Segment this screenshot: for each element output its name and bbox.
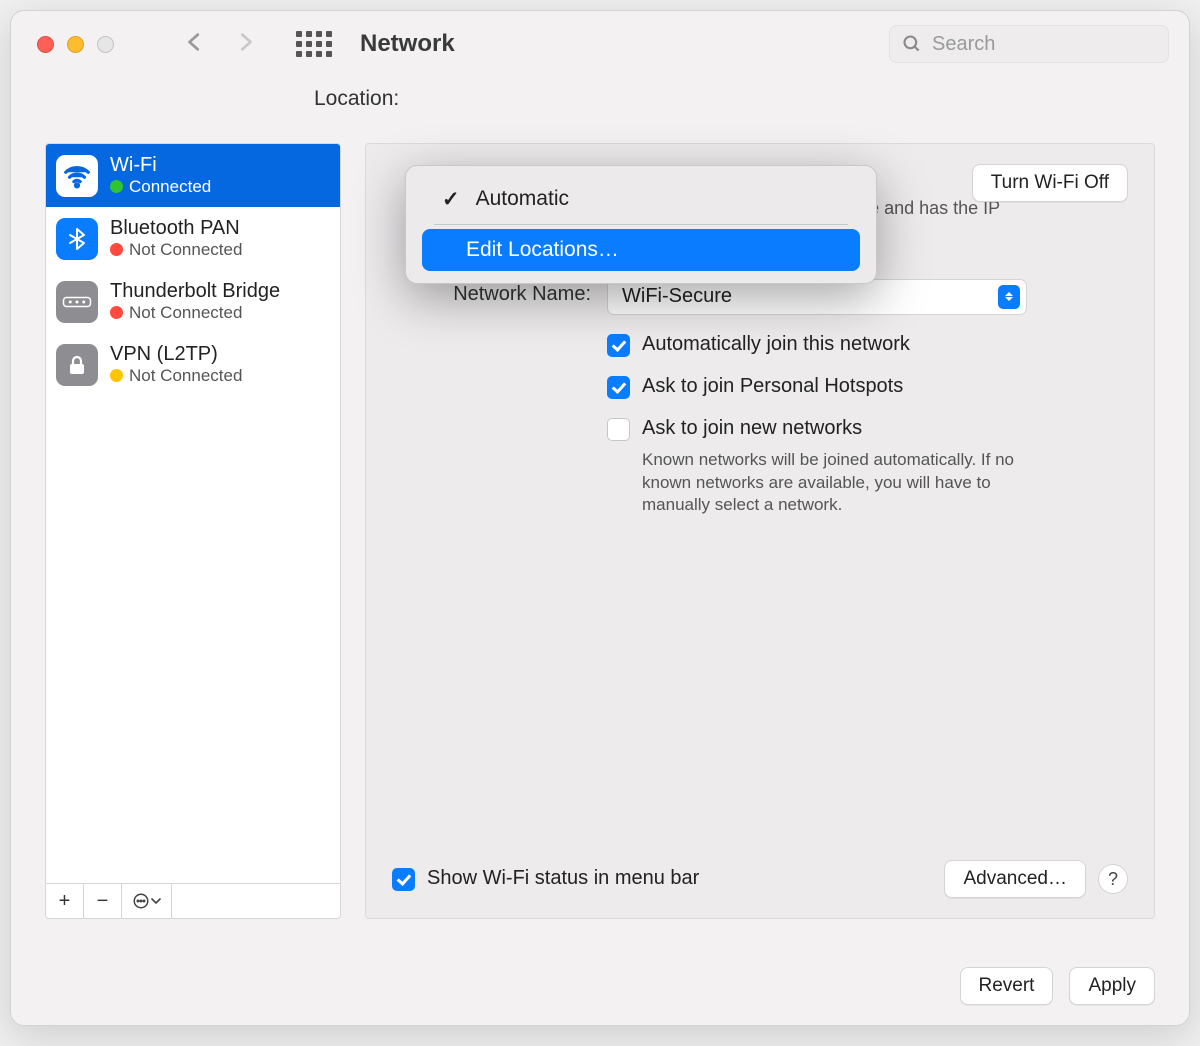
status-dot-icon <box>110 369 123 382</box>
service-vpn[interactable]: VPN (L2TP) Not Connected <box>46 333 340 396</box>
checkbox-ask-hotspots[interactable] <box>607 376 630 399</box>
remove-service-button[interactable]: − <box>84 884 122 919</box>
menu-separator <box>434 224 848 225</box>
network-name-value: WiFi-Secure <box>622 285 732 308</box>
auto-join-checkbox-row[interactable]: Automatically join this network <box>607 333 1128 357</box>
checkbox-label: Show Wi-Fi status in menu bar <box>427 867 699 890</box>
show-all-button[interactable] <box>296 31 332 57</box>
minimize-window-button[interactable] <box>67 36 84 53</box>
status-dot-icon <box>110 306 123 319</box>
turn-wifi-off-button[interactable]: Turn Wi-Fi Off <box>972 164 1128 202</box>
service-status: Not Connected <box>129 303 242 323</box>
service-status: Not Connected <box>129 240 242 260</box>
service-name: VPN (L2TP) <box>110 343 242 366</box>
show-menubar-checkbox-row[interactable]: Show Wi-Fi status in menu bar <box>392 867 699 891</box>
service-wifi[interactable]: Wi-Fi Connected <box>46 144 340 207</box>
network-preferences-window: Network Search Location: Wi-Fi Connected <box>10 10 1190 1026</box>
checkbox-ask-new[interactable] <box>607 418 630 441</box>
advanced-button[interactable]: Advanced… <box>944 860 1086 898</box>
service-thunderbolt-bridge[interactable]: Thunderbolt Bridge Not Connected <box>46 270 340 333</box>
search-placeholder: Search <box>932 33 995 56</box>
lock-icon <box>56 344 98 386</box>
location-item-edit[interactable]: Edit Locations… <box>422 229 860 271</box>
ask-new-checkbox-row[interactable]: Ask to join new networks <box>607 417 1128 441</box>
location-menu: Automatic Edit Locations… <box>405 165 877 284</box>
search-field[interactable]: Search <box>889 25 1169 63</box>
checkbox-auto-join[interactable] <box>607 334 630 357</box>
forward-button[interactable] <box>234 28 256 61</box>
ask-hotspots-checkbox-row[interactable]: Ask to join Personal Hotspots <box>607 375 1128 399</box>
location-label: Location: <box>11 87 1189 111</box>
services-sidebar: Wi-Fi Connected Bluetooth PAN Not Connec… <box>45 143 341 919</box>
titlebar: Network Search <box>11 11 1189 77</box>
checkbox-label: Ask to join Personal Hotspots <box>642 375 903 398</box>
service-name: Wi-Fi <box>110 154 211 177</box>
add-service-button[interactable]: + <box>46 884 84 919</box>
thunderbolt-bridge-icon <box>56 281 98 323</box>
back-button[interactable] <box>184 28 206 61</box>
service-name: Thunderbolt Bridge <box>110 280 280 303</box>
help-button[interactable]: ? <box>1098 864 1128 894</box>
chevron-updown-icon <box>998 285 1020 309</box>
service-status: Not Connected <box>129 366 242 386</box>
checkbox-label: Ask to join new networks <box>642 417 862 440</box>
status-dot-icon <box>110 243 123 256</box>
service-status: Connected <box>129 177 211 197</box>
sidebar-footer: + − <box>46 883 340 918</box>
service-actions-menu[interactable] <box>122 884 172 918</box>
window-controls <box>37 36 114 53</box>
service-name: Bluetooth PAN <box>110 217 242 240</box>
wifi-icon <box>56 155 98 197</box>
status-dot-icon <box>110 180 123 193</box>
zoom-window-button[interactable] <box>97 36 114 53</box>
service-bluetooth-pan[interactable]: Bluetooth PAN Not Connected <box>46 207 340 270</box>
close-window-button[interactable] <box>37 36 54 53</box>
window-title: Network <box>360 30 455 58</box>
revert-button[interactable]: Revert <box>960 967 1054 1005</box>
bluetooth-icon <box>56 218 98 260</box>
location-item-automatic[interactable]: Automatic <box>422 178 860 220</box>
apply-button[interactable]: Apply <box>1069 967 1155 1005</box>
checkbox-show-menubar[interactable] <box>392 868 415 891</box>
checkbox-label: Automatically join this network <box>642 333 910 356</box>
ask-new-note: Known networks will be joined automatica… <box>642 449 1042 518</box>
